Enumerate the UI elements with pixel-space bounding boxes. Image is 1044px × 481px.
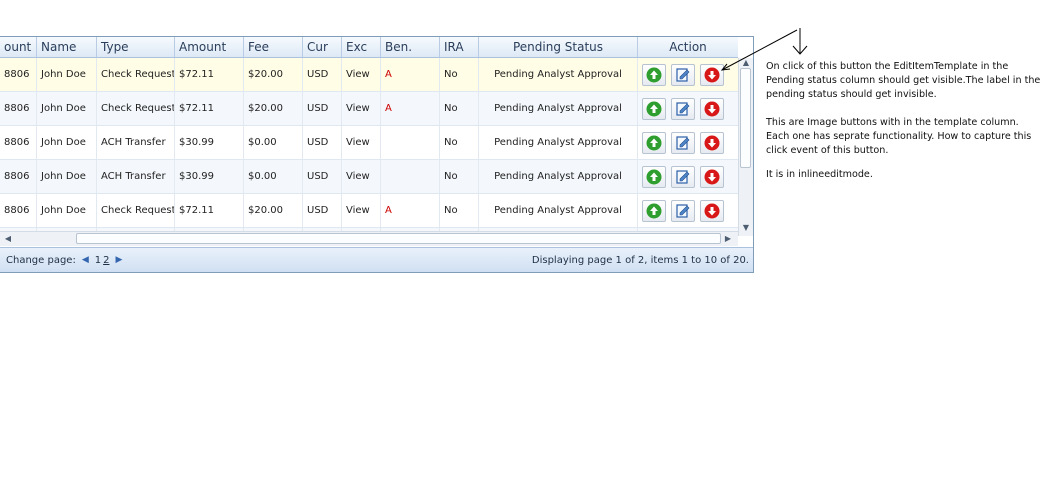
arrow-head-left — [720, 63, 731, 71]
annotation-note-3: It is in inlineeditmode. — [766, 169, 873, 180]
annotation-note-1: On click of this button the EditItemTemp… — [766, 61, 1041, 100]
annotation-note-2: This are Image buttons with in the templ… — [766, 117, 1032, 156]
